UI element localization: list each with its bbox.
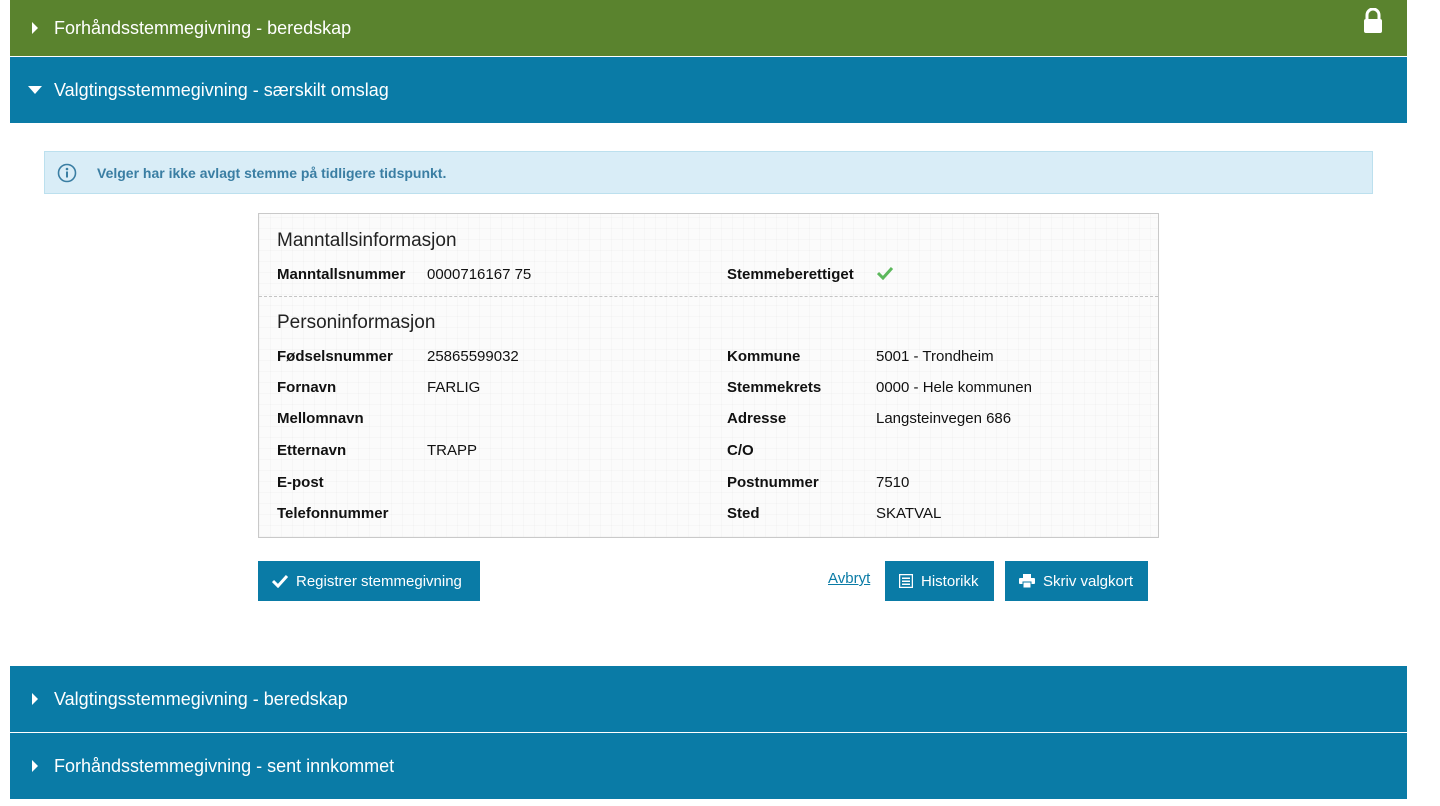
field-label-adresse: Adresse [727,410,787,427]
field-label-postnummer: Postnummer [727,474,819,491]
field-label-etternavn: Etternavn [277,442,347,459]
field-label-stemmeberettiget: Stemmeberettiget [727,266,854,283]
info-message: Velger har ikke avlagt stemme på tidlige… [97,164,447,181]
field-label-stemmekrets: Stemmekrets [727,379,822,396]
field-value-fodselsnummer: 25865599032 [427,348,519,365]
field-label-kommune: Kommune [727,348,801,365]
history-button[interactable]: Historikk [885,561,994,601]
panel-header-valgting-saerskilt[interactable]: Valgtingsstemmegivning - særskilt omslag [10,57,1407,123]
field-value-postnummer: 7510 [876,474,910,491]
printer-icon [1019,574,1035,588]
check-icon [272,574,288,588]
field-label-mellomnavn: Mellomnavn [277,410,364,427]
cancel-link[interactable]: Avbryt [828,570,870,587]
voter-info-card: Manntallsinformasjon Manntallsnummer 000… [258,213,1159,538]
panel-title: Valgtingsstemmegivning - særskilt omslag [54,79,389,100]
panel-title: Forhåndsstemmegivning - beredskap [54,17,352,38]
field-value-stemmekrets: 0000 - Hele kommunen [876,379,1032,396]
field-label-fornavn: Fornavn [277,379,337,396]
panel-title: Valgtingsstemmegivning - beredskap [54,688,348,709]
print-voting-card-button[interactable]: Skriv valgkort [1005,561,1148,601]
field-label-epost: E-post [277,474,324,491]
section-title-person: Personinformasjon [277,312,436,333]
check-icon [876,266,894,281]
field-value-adresse: Langsteinvegen 686 [876,410,1012,427]
caret-right-icon [28,21,42,35]
panel-header-forhand-beredskap[interactable]: Forhåndsstemmegivning - beredskap [10,0,1407,56]
panel-header-valgting-beredskap[interactable]: Valgtingsstemmegivning - beredskap [10,666,1407,732]
section-title-manntall: Manntallsinformasjon [277,230,457,251]
caret-down-icon [28,83,42,97]
caret-right-icon [28,759,42,773]
register-vote-label: Registrer stemmegivning [296,572,462,590]
field-label-manntallsnummer: Manntallsnummer [277,266,406,283]
field-value-manntallsnummer: 0000716167 75 [427,266,532,283]
field-value-fornavn: FARLIG [427,379,481,396]
field-value-kommune: 5001 - Trondheim [876,348,994,365]
field-label-sted: Sted [727,505,760,522]
caret-right-icon [28,692,42,706]
field-label-co: C/O [727,442,754,459]
field-label-telefonnummer: Telefonnummer [277,505,389,522]
print-voting-card-label: Skriv valgkort [1043,572,1134,590]
history-label: Historikk [921,572,979,590]
info-alert: Velger har ikke avlagt stemme på tidlige… [44,151,1373,194]
register-vote-button[interactable]: Registrer stemmegivning [258,561,480,601]
field-value-etternavn: TRAPP [427,442,478,459]
list-icon [899,574,913,588]
section-divider [259,296,1158,297]
panel-header-forhand-sent-innkommet[interactable]: Forhåndsstemmegivning - sent innkommet [10,733,1407,799]
field-label-fodselsnummer: Fødselsnummer [277,348,393,365]
panel-title: Forhåndsstemmegivning - sent innkommet [54,755,395,776]
info-icon [57,163,77,183]
field-value-sted: SKATVAL [876,505,942,522]
lock-icon [1363,7,1383,34]
